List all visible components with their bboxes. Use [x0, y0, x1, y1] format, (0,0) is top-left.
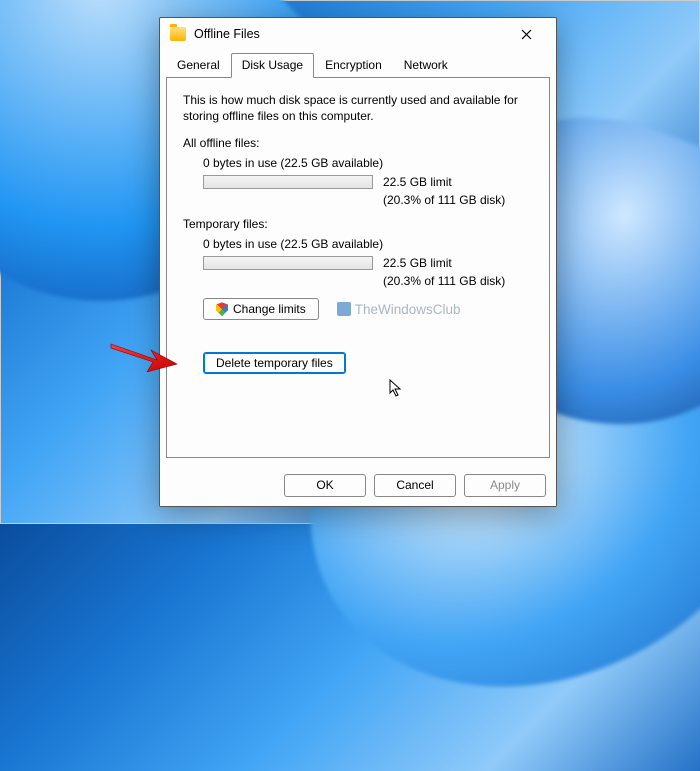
tab-general[interactable]: General	[166, 53, 231, 78]
close-button[interactable]	[504, 19, 548, 49]
tab-strip: General Disk Usage Encryption Network	[160, 50, 556, 77]
all-offline-limit: 22.5 GB limit	[383, 175, 452, 189]
delete-temp-files-button[interactable]: Delete temporary files	[203, 352, 346, 374]
tab-encryption[interactable]: Encryption	[314, 53, 393, 78]
temp-pct: (20.3% of 111 GB disk)	[203, 274, 533, 288]
temp-files-label: Temporary files:	[183, 217, 533, 231]
delete-temp-label: Delete temporary files	[216, 356, 333, 370]
ok-button[interactable]: OK	[284, 474, 366, 497]
all-offline-usage: 0 bytes in use (22.5 GB available)	[203, 156, 533, 170]
temp-progress	[203, 256, 373, 270]
cancel-button[interactable]: Cancel	[374, 474, 456, 497]
folder-icon	[170, 27, 186, 41]
change-limits-button[interactable]: Change limits	[203, 298, 319, 320]
shield-icon	[216, 302, 228, 316]
annotation-arrow-icon	[109, 338, 179, 372]
panel-description: This is how much disk space is currently…	[183, 92, 533, 124]
change-limits-label: Change limits	[233, 302, 306, 316]
apply-button[interactable]: Apply	[464, 474, 546, 497]
dialog-footer: OK Cancel Apply	[160, 464, 556, 506]
close-icon	[521, 29, 532, 40]
all-offline-pct: (20.3% of 111 GB disk)	[203, 193, 533, 207]
cursor-pointer-icon	[389, 379, 405, 399]
watermark: TheWindowsClub	[337, 302, 461, 317]
all-offline-progress	[203, 175, 373, 189]
temp-usage: 0 bytes in use (22.5 GB available)	[203, 237, 533, 251]
all-offline-block: 0 bytes in use (22.5 GB available) 22.5 …	[183, 156, 533, 207]
titlebar: Offline Files	[160, 18, 556, 50]
offline-files-dialog: Offline Files General Disk Usage Encrypt…	[159, 17, 557, 507]
watermark-text: TheWindowsClub	[355, 302, 461, 317]
window-title: Offline Files	[194, 27, 260, 41]
disk-usage-panel: This is how much disk space is currently…	[166, 77, 550, 458]
tab-network[interactable]: Network	[393, 53, 459, 78]
all-offline-label: All offline files:	[183, 136, 533, 150]
tab-disk-usage[interactable]: Disk Usage	[231, 53, 314, 78]
temp-files-block: 0 bytes in use (22.5 GB available) 22.5 …	[183, 237, 533, 288]
watermark-icon	[337, 302, 351, 316]
temp-limit: 22.5 GB limit	[383, 256, 452, 270]
